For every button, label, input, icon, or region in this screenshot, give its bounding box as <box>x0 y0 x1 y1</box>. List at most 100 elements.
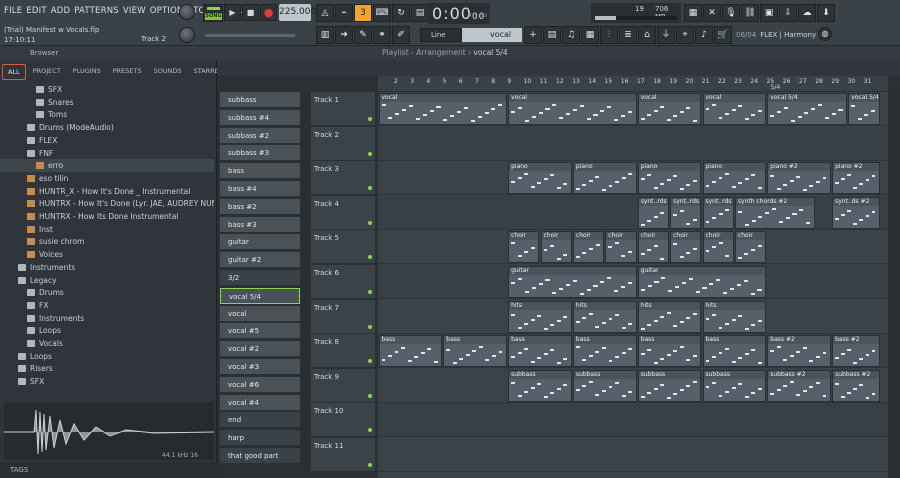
pattern-item[interactable]: bass <box>220 163 300 180</box>
browser-item[interactable]: SFX <box>0 375 214 388</box>
tempo-tap-icon[interactable]: ⌖ <box>676 26 694 44</box>
pattern-clip[interactable]: synt..rds <box>637 196 670 229</box>
browser-item[interactable]: HUNTRX - How It's Done (Lyr. JAE, AUDREY… <box>0 197 214 210</box>
pattern-list-scrollbar[interactable] <box>301 92 309 466</box>
pattern-clip[interactable]: guitar <box>637 266 767 298</box>
microphone-icon[interactable]: 🎙 <box>722 4 740 22</box>
pattern-item[interactable]: guitar <box>220 234 300 251</box>
pattern-clip[interactable]: bass #2 <box>767 335 832 368</box>
pattern-item[interactable]: vocal #6 <box>220 376 300 393</box>
browser-item[interactable]: FLEX <box>0 134 214 147</box>
arrangement-grid[interactable]: vocal vocal vocal vocal vocal 5/4 vocal 5/4 pi… <box>378 92 888 478</box>
loop-record-icon[interactable]: ↻ <box>392 4 410 22</box>
track-header[interactable]: Track 6 <box>311 265 375 299</box>
arrow-icon[interactable]: ➜ <box>335 26 353 44</box>
track-header[interactable]: Track 4 <box>311 195 375 230</box>
pattern-item[interactable]: guitar #2 <box>220 252 300 269</box>
pattern-item[interactable]: vocal 5/4 <box>220 287 300 304</box>
pattern-item[interactable]: bass #4 <box>220 181 300 197</box>
browser-item[interactable]: Loops <box>0 324 214 337</box>
pattern-clip[interactable]: piano <box>508 162 572 195</box>
play-button[interactable]: ▶ <box>224 4 241 21</box>
online-news-icon[interactable]: ▦ <box>684 4 702 22</box>
piano-roll-view-icon[interactable]: ♫ <box>562 26 580 44</box>
track-header[interactable]: Track 2 <box>311 126 375 161</box>
pattern-clip[interactable]: vocal <box>702 93 767 125</box>
pattern-item[interactable]: that good part <box>220 448 300 464</box>
pattern-clip[interactable]: bass #2 <box>832 335 880 368</box>
pattern-item[interactable]: harp <box>220 430 300 447</box>
track-header[interactable]: Track 10 <box>311 403 375 438</box>
pattern-clip[interactable]: choir <box>540 231 572 264</box>
pattern-clip[interactable]: choir <box>572 231 605 264</box>
browser-item[interactable]: Legacy <box>0 274 214 287</box>
track-header[interactable]: Track 11 <box>311 438 375 472</box>
pattern-clip[interactable]: piano #2 <box>832 162 880 195</box>
pattern-clip[interactable]: vocal 5/4 <box>767 93 848 125</box>
browser-item[interactable]: FX <box>0 299 214 312</box>
pattern-clip[interactable]: choir <box>508 231 540 264</box>
track-header[interactable]: Track 9 <box>311 368 375 403</box>
playlist-vertical-scrollbar[interactable] <box>889 92 900 478</box>
browser-tab-sounds[interactable]: SOUNDS <box>149 64 187 80</box>
pattern-clip[interactable]: synt..rds <box>670 196 702 229</box>
pattern-clip[interactable]: bass <box>702 335 767 368</box>
step-edit-icon[interactable]: ⌨ <box>373 4 391 22</box>
track-active-led[interactable] <box>368 186 372 191</box>
pattern-clip[interactable]: hits <box>702 300 767 333</box>
track-active-led[interactable] <box>368 393 372 398</box>
track-lane[interactable] <box>378 126 888 161</box>
pattern-item[interactable]: subbass <box>220 92 300 108</box>
menu-item-edit[interactable]: EDIT <box>26 6 46 16</box>
audio-settings-icon[interactable]: ♪ <box>695 26 713 44</box>
link-icon[interactable]: ⛓ <box>741 4 759 22</box>
pattern-clip[interactable]: choir <box>734 231 767 264</box>
pattern-clip[interactable]: subbass #2 <box>767 369 832 402</box>
pattern-song-toggle[interactable]: SONG <box>203 4 223 22</box>
browser-tab-all[interactable]: ALL <box>2 64 26 80</box>
blend-notes-icon[interactable]: ▤ <box>411 4 429 22</box>
stop-button[interactable]: ■ <box>242 4 259 21</box>
pattern-clip[interactable]: subbass <box>637 369 702 402</box>
browser-tab-presets[interactable]: PRESETS <box>108 64 147 80</box>
track-header[interactable]: Track 3 <box>311 161 375 196</box>
master-volume-knob[interactable] <box>179 4 195 20</box>
pattern-clip[interactable]: hits <box>508 300 572 333</box>
track-header[interactable]: Track 8 <box>311 334 375 369</box>
pattern-clip[interactable]: synth chords #2 <box>734 196 815 229</box>
pattern-clip[interactable]: vocal <box>378 93 508 125</box>
browser-item[interactable]: Drums (ModeAudio) <box>0 121 214 134</box>
menu-item-patterns[interactable]: PATTERNS <box>74 6 119 16</box>
pattern-clip[interactable]: vocal <box>637 93 702 125</box>
track-active-led[interactable] <box>368 255 372 260</box>
pattern-clip[interactable]: hits <box>637 300 702 333</box>
browser-item[interactable]: FNF <box>0 147 214 160</box>
menu-item-view[interactable]: VIEW <box>123 6 146 16</box>
plug-icon[interactable]: ⏚ <box>657 26 675 44</box>
pattern-clip[interactable]: vocal <box>508 93 637 125</box>
pattern-item[interactable]: subbass #2 <box>220 127 300 144</box>
pattern-clip[interactable]: subbass <box>702 369 767 402</box>
pattern-item[interactable]: vocal #5 <box>220 323 300 340</box>
time-signature-marker[interactable]: 5/4 <box>771 84 781 91</box>
pencil-icon[interactable]: ✎ <box>354 26 372 44</box>
browser-item[interactable]: Instruments <box>0 312 214 325</box>
browser-item[interactable]: Loops <box>0 350 214 363</box>
pattern-clip[interactable]: choir <box>670 231 702 264</box>
track-active-led[interactable] <box>368 290 372 294</box>
pattern-item[interactable]: vocal #2 <box>220 341 300 358</box>
channel-rack-icon[interactable]: ▦ <box>581 26 599 44</box>
tempo-display[interactable]: 225.000 <box>279 4 316 21</box>
track-active-led[interactable] <box>368 151 372 156</box>
shop-icon[interactable]: 🛒 <box>714 26 732 44</box>
pattern-clip[interactable]: hits <box>572 300 637 333</box>
browser-item[interactable]: Drums <box>0 286 214 299</box>
record-button[interactable]: ● <box>260 4 277 21</box>
menu-item-add[interactable]: ADD <box>51 6 71 16</box>
pattern-clip[interactable]: piano <box>637 162 702 195</box>
pattern-clip[interactable]: piano <box>572 162 637 195</box>
pattern-item[interactable]: subbass #4 <box>220 109 300 126</box>
pattern-clip[interactable]: synt..rds <box>702 196 734 229</box>
master-pitch-knob[interactable] <box>179 27 195 43</box>
browser-item[interactable]: Voices <box>0 248 214 261</box>
